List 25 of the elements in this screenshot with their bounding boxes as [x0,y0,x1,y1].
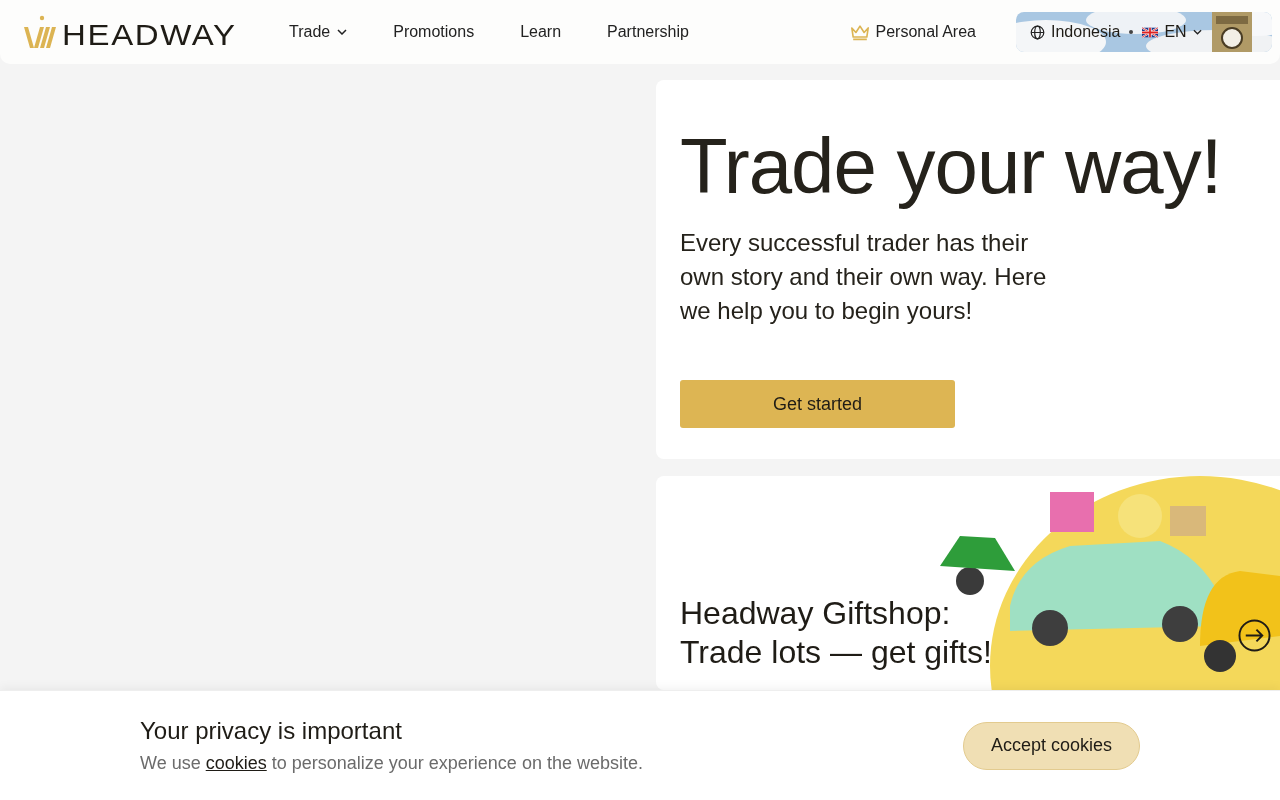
language-selector[interactable]: Indonesia EN [1016,12,1272,52]
promo-card[interactable]: Headway Giftshop: Trade lots — get gifts! [656,476,1280,690]
language-label: EN [1164,23,1187,41]
crown-icon [850,23,871,41]
flag-icon [1142,26,1159,38]
logo-text[interactable]: HEADWAY [62,21,237,49]
chevron-down-icon [337,29,348,35]
promo-title: Headway Giftshop: Trade lots — get gifts! [680,594,992,672]
cookie-text: We use cookies to personalize your experience on the website. [140,753,643,774]
region-label: Indonesia [1051,23,1121,41]
cookie-title: Your privacy is important [140,717,403,745]
chevron-down-icon [1192,29,1202,35]
hero-text: Every successful trader has their own story and their own way. Here we help you to begin yours! [680,228,1048,326]
globe-icon [1030,24,1045,40]
nav-link[interactable]: Partnership [607,23,689,41]
get-started-button[interactable]: Get started [680,380,955,428]
separator-dot [1129,30,1134,34]
nav-link[interactable]: Learn [520,23,562,41]
arrow-right-icon[interactable] [1238,619,1271,652]
nav-link[interactable]: Promotions [393,23,475,41]
nav-link[interactable]: Trade [289,23,348,41]
cookies-link[interactable]: cookies [205,753,267,773]
hero-title: Trade your way! [680,121,1223,212]
personal-area-link[interactable]: Personal Area [850,23,976,41]
accept-cookies-button[interactable]: Accept cookies [963,721,1140,770]
